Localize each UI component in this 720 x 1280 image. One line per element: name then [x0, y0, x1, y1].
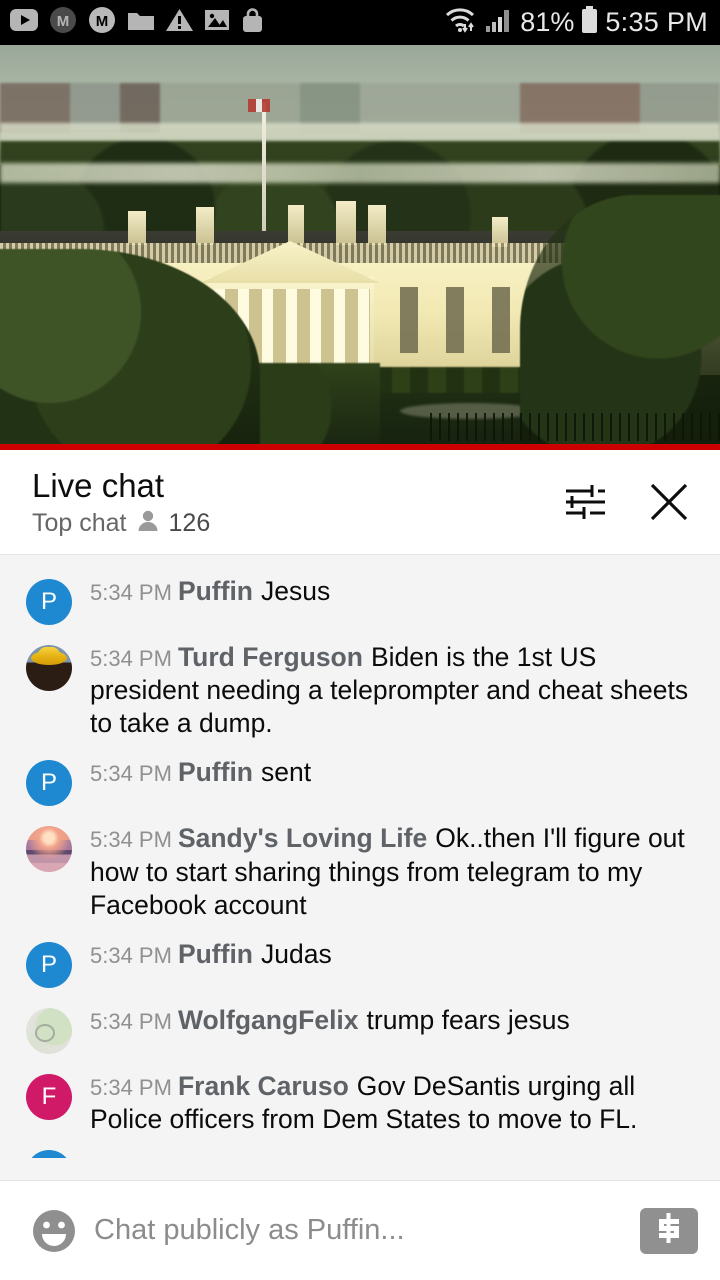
m-badge-icon: M — [49, 6, 77, 39]
message-line: 5:34 PM WolfgangFelix trump fears jesus — [90, 1004, 692, 1037]
chat-message-partial[interactable] — [0, 1144, 720, 1158]
distant-buildings — [0, 163, 720, 183]
status-bar-notification-icons: M M — [10, 6, 264, 39]
avatar[interactable] — [26, 826, 72, 873]
avatar[interactable]: P — [26, 760, 72, 807]
avatar-initial: P — [40, 588, 57, 615]
message-author[interactable]: Frank Caruso — [178, 1071, 349, 1101]
message-body: 5:34 PM WolfgangFelix trump fears jesus — [90, 1004, 692, 1037]
message-timestamp: 5:34 PM — [90, 827, 172, 853]
message-text: sent — [261, 757, 312, 788]
message-author[interactable]: Sandy's Loving Life — [178, 823, 427, 853]
message-body: 5:34 PM Puffin sent — [90, 756, 692, 789]
message-body: 5:34 PM Puffin Judas — [90, 938, 692, 971]
avatar[interactable]: P — [26, 941, 72, 988]
chat-message[interactable]: P 5:34 PM Puffin Judas — [0, 930, 720, 996]
youtube-icon — [10, 9, 38, 36]
us-flag — [248, 99, 270, 112]
message-text: trump fears jesus — [366, 1004, 570, 1035]
status-bar-system-icons: 81% 5:35 PM — [444, 6, 708, 39]
message-timestamp: 5:34 PM — [90, 646, 172, 671]
person-icon — [137, 509, 159, 538]
message-line: 5:34 PM Frank Caruso Gov DeSantis urging a… — [90, 1070, 692, 1136]
message-timestamp: 5:34 PM — [90, 761, 172, 787]
chat-filter-icon[interactable] — [560, 477, 610, 527]
image-icon — [204, 9, 230, 36]
message-timestamp: 5:34 PM — [90, 1008, 172, 1034]
chimney — [368, 205, 386, 245]
message-text: Gov DeSantis urging all Police officers … — [90, 1070, 638, 1134]
chat-message[interactable]: 5:34 PM Turd Ferguson Biden is the 1st US … — [0, 633, 720, 748]
message-text: Judas — [261, 938, 332, 969]
video-progress-bar[interactable] — [0, 444, 720, 450]
message-body: 5:34 PM Sandy's Loving Life Ok..then I'll … — [90, 822, 692, 921]
cellular-signal-icon — [485, 7, 513, 38]
chat-input-bar — [0, 1180, 720, 1280]
dollar-sign-icon — [654, 1211, 684, 1250]
chat-message-list[interactable]: P 5:34 PM Puffin Jesus 5:34 PM Turd Ferguso… — [0, 555, 720, 1180]
wifi-icon — [444, 6, 478, 39]
message-timestamp: 5:34 PM — [90, 580, 172, 605]
chat-message[interactable]: 5:34 PM WolfgangFelix trump fears jesus — [0, 996, 720, 1062]
warning-icon — [166, 8, 193, 37]
chat-message[interactable]: 5:34 PM Sandy's Loving Life Ok..then I'll … — [0, 814, 720, 929]
message-body: 5:34 PM Frank Caruso Gov DeSantis urging a… — [90, 1070, 692, 1136]
video-player[interactable] — [0, 45, 720, 450]
shopping-bag-icon — [241, 7, 264, 38]
battery-icon — [581, 6, 598, 39]
chimney — [128, 211, 146, 245]
chat-message[interactable]: F 5:34 PM Frank Caruso Gov DeSantis urging… — [0, 1062, 720, 1144]
message-line: 5:34 PM Puffin Jesus — [90, 575, 692, 608]
avatar-initial: F — [41, 1082, 57, 1110]
status-bar: M M 81% 5:35 PM — [0, 0, 720, 45]
battery-percent-label: 81% — [520, 7, 575, 37]
super-chat-button[interactable] — [640, 1207, 698, 1254]
viewer-count-label: 126 — [168, 509, 211, 538]
chat-input[interactable] — [94, 1214, 630, 1247]
chat-message[interactable]: P 5:34 PM Puffin Jesus — [0, 567, 720, 633]
youtube-live-chat-screen: M M 81% 5:35 PM Live chat Top chat 126 P… — [0, 0, 720, 1280]
emoji-smiley-icon[interactable] — [28, 1205, 80, 1257]
avatar[interactable]: P — [26, 579, 72, 625]
live-chat-title: Live chat — [32, 466, 165, 504]
avatar[interactable] — [26, 645, 72, 691]
message-author[interactable]: WolfgangFelix — [178, 1005, 359, 1035]
avatar[interactable]: F — [26, 1073, 72, 1120]
message-timestamp: 5:34 PM — [90, 1074, 172, 1100]
live-chat-header: Live chat Top chat 126 — [0, 450, 720, 555]
message-body: 5:34 PM Puffin Jesus — [90, 575, 692, 608]
perimeter-fence — [430, 413, 720, 441]
message-author[interactable]: Puffin — [178, 939, 253, 969]
message-timestamp: 5:34 PM — [90, 942, 172, 968]
message-author[interactable]: Turd Ferguson — [178, 642, 363, 672]
message-body: 5:34 PM Turd Ferguson Biden is the 1st US … — [90, 641, 692, 740]
flagpole — [262, 103, 266, 233]
svg-text:M: M — [96, 13, 109, 30]
message-author[interactable]: Puffin — [178, 757, 253, 787]
chimney — [288, 205, 304, 245]
avatar[interactable] — [26, 1007, 72, 1054]
folder-icon — [127, 9, 155, 37]
svg-text:M: M — [57, 13, 70, 30]
chat-header-titles: Live chat Top chat 126 — [32, 466, 560, 539]
close-icon[interactable] — [644, 477, 694, 527]
chimney — [336, 201, 356, 245]
message-text: Jesus — [261, 576, 331, 606]
chimney — [196, 207, 214, 245]
clock-label: 5:35 PM — [605, 7, 708, 37]
message-line: 5:34 PM Sandy's Loving Life Ok..then I'll … — [90, 822, 692, 921]
chat-mode-label[interactable]: Top chat — [32, 509, 127, 538]
message-line: 5:34 PM Turd Ferguson Biden is the 1st US … — [90, 641, 692, 740]
chat-header-subtitle[interactable]: Top chat 126 — [32, 509, 560, 538]
m-circle-icon: M — [88, 6, 116, 39]
message-author[interactable]: Puffin — [178, 576, 253, 606]
avatar-initial: P — [40, 950, 57, 978]
chat-message[interactable]: P 5:34 PM Puffin sent — [0, 748, 720, 814]
message-line: 5:34 PM Puffin Judas — [90, 938, 692, 971]
avatar-initial: P — [40, 769, 57, 797]
avatar[interactable] — [26, 1150, 72, 1158]
message-line: 5:34 PM Puffin sent — [90, 756, 692, 789]
chat-header-actions — [560, 477, 694, 527]
